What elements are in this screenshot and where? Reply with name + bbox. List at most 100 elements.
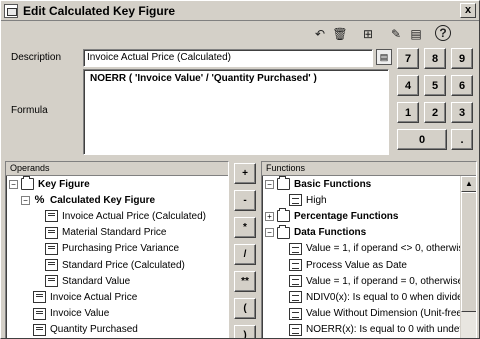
key-0[interactable]: 0 bbox=[397, 129, 447, 150]
power-button[interactable]: ** bbox=[234, 271, 256, 292]
operands-tree-item[interactable]: Invoice Actual Price (Calculated) bbox=[6, 208, 228, 224]
operands-item-label: Invoice Actual Price bbox=[50, 291, 138, 303]
functions-tree-item[interactable]: Value Without Dimension (Unit-free) bbox=[262, 306, 465, 322]
functions-tree-item[interactable]: − Data Functions bbox=[262, 224, 460, 241]
function-icon bbox=[289, 307, 302, 320]
key-figure-icon bbox=[45, 226, 58, 239]
function-icon bbox=[289, 275, 302, 288]
operands-tree-item[interactable]: Invoice Actual Price bbox=[6, 289, 228, 305]
key-1[interactable]: 1 bbox=[397, 102, 419, 123]
formula-editor[interactable]: NOERR ( 'Invoice Value' / 'Quantity Purc… bbox=[83, 69, 389, 155]
folder-icon bbox=[277, 176, 290, 191]
tree-icon[interactable]: ⊞ bbox=[359, 25, 377, 43]
title-bar: Edit Calculated Key Figure x bbox=[1, 1, 479, 21]
functions-tree-item[interactable]: NOERR(x): Is equal to 0 with undefin bbox=[262, 322, 470, 338]
key-2[interactable]: 2 bbox=[424, 102, 446, 123]
functions-item-label: Data Functions bbox=[294, 227, 367, 239]
functions-tree-item[interactable]: Value = 1, if operand = 0, otherwise 0 bbox=[262, 273, 471, 289]
collapse-icon[interactable]: − bbox=[265, 228, 274, 238]
description-label: Description bbox=[11, 52, 62, 63]
operands-tree-item[interactable]: Standard Value bbox=[6, 273, 228, 289]
operands-tree-item[interactable]: Quantity Purchased bbox=[6, 322, 228, 338]
help-icon[interactable]: ? bbox=[435, 25, 451, 41]
undo-icon[interactable]: ↶ bbox=[311, 25, 329, 43]
functions-item-label: Value = 1, if operand <> 0, otherwise bbox=[306, 243, 469, 255]
operands-item-label: Standard Value bbox=[62, 275, 131, 287]
operands-tree-item[interactable]: Material Standard Price bbox=[6, 225, 228, 241]
operands-tree-item[interactable]: Invoice Value bbox=[6, 306, 228, 322]
multiply-button[interactable]: * bbox=[234, 217, 256, 238]
functions-item-label: NDIV0(x): Is equal to 0 when divided bbox=[306, 291, 469, 303]
functions-tree-item[interactable]: Value = 1, if operand <> 0, otherwise bbox=[262, 241, 469, 257]
functions-panel: Functions − Basic Functions High + Percentag… bbox=[261, 161, 477, 338]
operands-item-label: Calculated Key Figure bbox=[50, 194, 156, 206]
operands-item-label: Quantity Purchased bbox=[50, 324, 138, 336]
functions-item-label: NOERR(x): Is equal to 0 with undefin bbox=[306, 324, 470, 336]
list-icon[interactable]: ▤ bbox=[407, 25, 425, 43]
key-5[interactable]: 5 bbox=[424, 75, 446, 96]
functions-tree-item[interactable]: − Basic Functions bbox=[262, 176, 460, 192]
divide-button[interactable]: / bbox=[234, 244, 256, 265]
functions-item-label: Process Value as Date bbox=[306, 259, 407, 271]
folder-icon bbox=[277, 224, 290, 239]
close-button[interactable]: x bbox=[460, 3, 476, 18]
function-icon bbox=[289, 242, 302, 255]
key-8[interactable]: 8 bbox=[424, 48, 446, 69]
text-edit-icon[interactable]: ▤ bbox=[376, 49, 392, 65]
description-input[interactable]: Invoice Actual Price (Calculated) bbox=[83, 49, 373, 67]
function-icon bbox=[289, 259, 302, 272]
operands-tree-item[interactable]: −% Calculated Key Figure bbox=[6, 192, 228, 208]
expand-icon[interactable]: + bbox=[265, 211, 274, 221]
close-paren-button[interactable]: ) bbox=[234, 325, 256, 338]
functions-item-label: High bbox=[306, 194, 327, 206]
operands-tree: − Key Figure −% Calculated Key Figure Invoic… bbox=[6, 176, 228, 338]
open-paren-button[interactable]: ( bbox=[234, 298, 256, 319]
functions-header: Functions bbox=[262, 162, 476, 176]
collapse-icon[interactable]: − bbox=[265, 179, 274, 189]
collapse-icon[interactable]: − bbox=[21, 195, 30, 205]
operands-tree-item[interactable]: Standard Price (Calculated) bbox=[6, 257, 228, 273]
scroll-up-arrow-icon[interactable]: ▲ bbox=[461, 176, 476, 192]
toolbar: ↶ 🗑 ⊞ ✎ ▤ ? bbox=[311, 25, 453, 45]
key-6[interactable]: 6 bbox=[451, 75, 473, 96]
window-title: Edit Calculated Key Figure bbox=[23, 3, 176, 18]
functions-tree-item[interactable]: High bbox=[262, 192, 460, 208]
key-3[interactable]: 3 bbox=[451, 102, 473, 123]
operands-item-label: Material Standard Price bbox=[62, 227, 167, 239]
functions-scrollbar[interactable]: ▲ bbox=[460, 176, 476, 338]
functions-tree-item[interactable]: + Percentage Functions bbox=[262, 208, 460, 224]
operands-item-label: Standard Price (Calculated) bbox=[62, 259, 185, 271]
formula-label: Formula bbox=[11, 105, 48, 116]
scroll-thumb[interactable] bbox=[461, 192, 476, 312]
key-figure-icon bbox=[45, 210, 58, 223]
functions-tree-item[interactable]: Process Value as Date bbox=[262, 257, 460, 273]
key-4[interactable]: 4 bbox=[397, 75, 419, 96]
key-figure-icon bbox=[33, 323, 46, 336]
tools-icon[interactable]: ✎ bbox=[387, 25, 405, 43]
key-figure-icon bbox=[45, 259, 58, 272]
functions-item-label: Percentage Functions bbox=[294, 210, 399, 222]
function-icon bbox=[289, 194, 302, 207]
operands-tree-item[interactable]: − Key Figure bbox=[6, 176, 228, 192]
operands-item-label: Purchasing Price Variance bbox=[62, 243, 180, 255]
folder-icon bbox=[21, 176, 34, 191]
functions-tree-item[interactable]: NDIV0(x): Is equal to 0 when divided bbox=[262, 289, 468, 305]
operator-buttons: + - * / ** ( ) bbox=[231, 161, 259, 338]
key-9[interactable]: 9 bbox=[451, 48, 473, 69]
operands-tree-item[interactable]: Purchasing Price Variance bbox=[6, 241, 228, 257]
function-icon bbox=[289, 291, 302, 304]
plus-button[interactable]: + bbox=[234, 163, 256, 184]
app-icon bbox=[4, 3, 18, 18]
key-7[interactable]: 7 bbox=[397, 48, 419, 69]
edit-calculated-key-figure-window: Edit Calculated Key Figure x ↶ 🗑 ⊞ ✎ ▤ ?… bbox=[0, 0, 480, 339]
key-figure-icon bbox=[45, 242, 58, 255]
functions-tree: − Basic Functions High + Percentage Function… bbox=[262, 176, 476, 338]
folder-icon bbox=[277, 208, 290, 223]
delete-icon[interactable]: 🗑 bbox=[331, 25, 349, 43]
function-icon bbox=[289, 323, 302, 336]
key-decimal[interactable]: . bbox=[451, 129, 473, 150]
functions-item-label: Basic Functions bbox=[294, 178, 372, 190]
functions-item-label: Value Without Dimension (Unit-free) bbox=[306, 308, 466, 320]
minus-button[interactable]: - bbox=[234, 190, 256, 211]
collapse-icon[interactable]: − bbox=[9, 179, 18, 189]
